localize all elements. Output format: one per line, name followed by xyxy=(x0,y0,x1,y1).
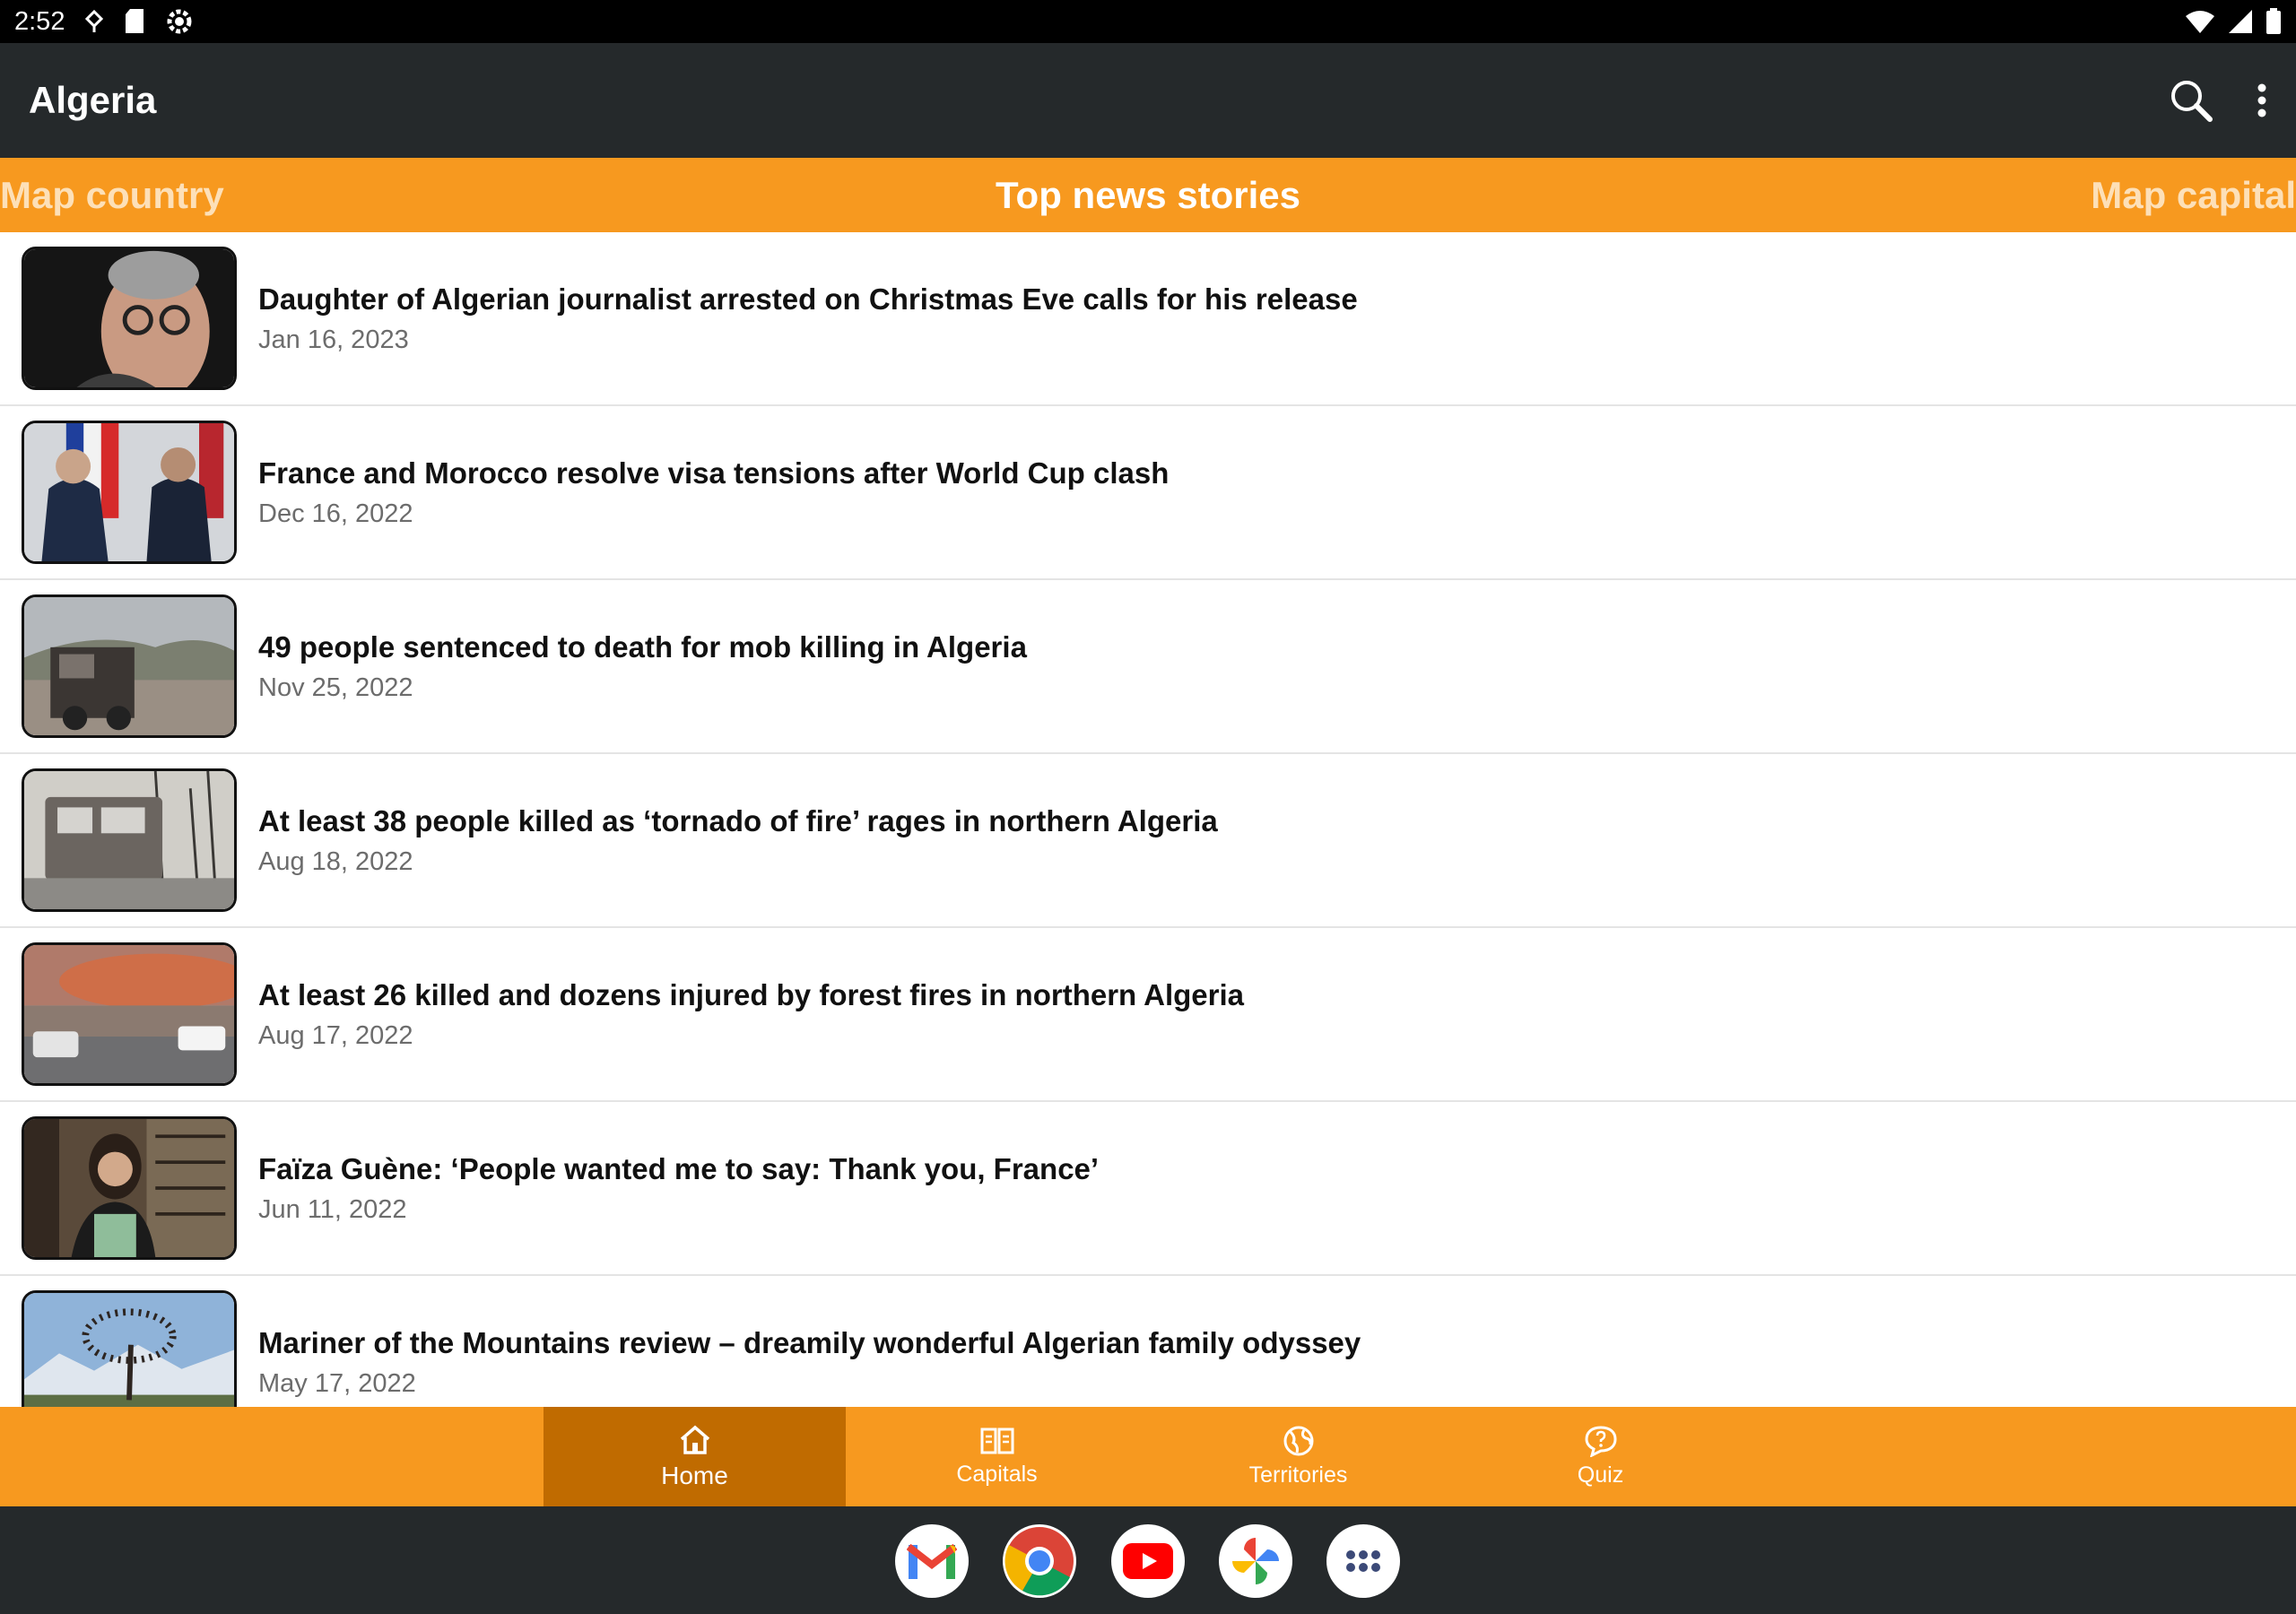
chrome-icon[interactable] xyxy=(1003,1524,1076,1598)
news-date: Jun 11, 2022 xyxy=(258,1194,407,1224)
news-item[interactable]: At least 38 people killed as ‘tornado of… xyxy=(0,754,2296,928)
tab-top-news-stories[interactable]: Top news stories xyxy=(0,158,2296,232)
app-drawer-icon[interactable] xyxy=(1326,1524,1400,1598)
nav-home[interactable]: Home xyxy=(544,1407,846,1506)
news-thumbnail xyxy=(22,942,237,1086)
more-options-icon[interactable] xyxy=(2257,82,2267,118)
news-title: At least 38 people killed as ‘tornado of… xyxy=(258,803,1218,837)
book-icon xyxy=(980,1427,1013,1454)
news-title: Faïza Guène: ‘People wanted me to say: T… xyxy=(258,1151,1100,1185)
news-item[interactable]: Mariner of the Mountains review – dreami… xyxy=(0,1276,2296,1407)
search-icon[interactable] xyxy=(2169,78,2213,123)
news-thumbnail xyxy=(22,1290,237,1407)
battery-icon xyxy=(2266,8,2281,34)
news-thumbnail xyxy=(22,421,237,564)
gmail-icon[interactable] xyxy=(895,1524,969,1598)
status-time: 2:52 xyxy=(14,6,65,36)
data-saver-icon xyxy=(85,9,104,32)
globe-icon xyxy=(1283,1426,1313,1456)
page-title: Algeria xyxy=(29,79,157,121)
app-bar: Algeria xyxy=(0,43,2296,158)
nav-quiz-label: Quiz xyxy=(1577,1462,1624,1488)
news-title: Mariner of the Mountains review – dreami… xyxy=(258,1325,1361,1359)
tab-map-capital[interactable]: Map capital xyxy=(2091,158,2296,232)
nav-quiz[interactable]: Quiz xyxy=(1449,1407,1752,1506)
nav-territories[interactable]: Territories xyxy=(1147,1407,1449,1506)
news-date: Aug 17, 2022 xyxy=(258,1020,413,1050)
nav-capitals[interactable]: Capitals xyxy=(846,1407,1148,1506)
news-thumbnail xyxy=(22,247,237,390)
sd-card-icon xyxy=(126,9,144,33)
news-item[interactable]: France and Morocco resolve visa tensions… xyxy=(0,406,2296,580)
youtube-icon[interactable] xyxy=(1111,1524,1185,1598)
wifi-icon xyxy=(2186,11,2214,33)
settings-gear-icon xyxy=(167,9,192,34)
news-item[interactable]: Faïza Guène: ‘People wanted me to say: T… xyxy=(0,1102,2296,1276)
news-date: Nov 25, 2022 xyxy=(258,672,413,702)
question-bubble-icon xyxy=(1584,1426,1617,1457)
news-date: Jan 16, 2023 xyxy=(258,325,409,354)
tab-strip: Top news stories Map country Map capital xyxy=(0,158,2296,232)
news-item[interactable]: Daughter of Algerian journalist arrested… xyxy=(0,232,2296,406)
news-title: 49 people sentenced to death for mob kil… xyxy=(258,629,1027,664)
photos-icon[interactable] xyxy=(1219,1524,1292,1598)
news-thumbnail xyxy=(22,768,237,912)
tab-map-country[interactable]: Map country xyxy=(0,158,224,232)
news-date: Aug 18, 2022 xyxy=(258,846,413,876)
cell-signal-icon xyxy=(2229,10,2252,33)
news-date: Dec 16, 2022 xyxy=(258,499,413,528)
news-title: France and Morocco resolve visa tensions… xyxy=(258,456,1170,490)
news-item[interactable]: 49 people sentenced to death for mob kil… xyxy=(0,580,2296,754)
nav-capitals-label: Capitals xyxy=(956,1462,1038,1487)
status-bar: 2:52 xyxy=(0,0,2296,43)
nav-territories-label: Territories xyxy=(1248,1462,1348,1488)
home-icon xyxy=(680,1425,709,1454)
nav-home-label: Home xyxy=(661,1461,728,1489)
news-title: At least 26 killed and dozens injured by… xyxy=(258,977,1245,1011)
news-date: May 17, 2022 xyxy=(258,1368,416,1398)
news-item[interactable]: At least 26 killed and dozens injured by… xyxy=(0,928,2296,1102)
bottom-navigation: Home Capitals Territories Quiz xyxy=(0,1407,2296,1506)
system-dock xyxy=(0,1506,2296,1614)
news-title: Daughter of Algerian journalist arrested… xyxy=(258,282,1358,316)
news-thumbnail xyxy=(22,1116,237,1260)
news-thumbnail xyxy=(22,594,237,738)
news-list[interactable]: Daughter of Algerian journalist arrested… xyxy=(0,232,2296,1407)
